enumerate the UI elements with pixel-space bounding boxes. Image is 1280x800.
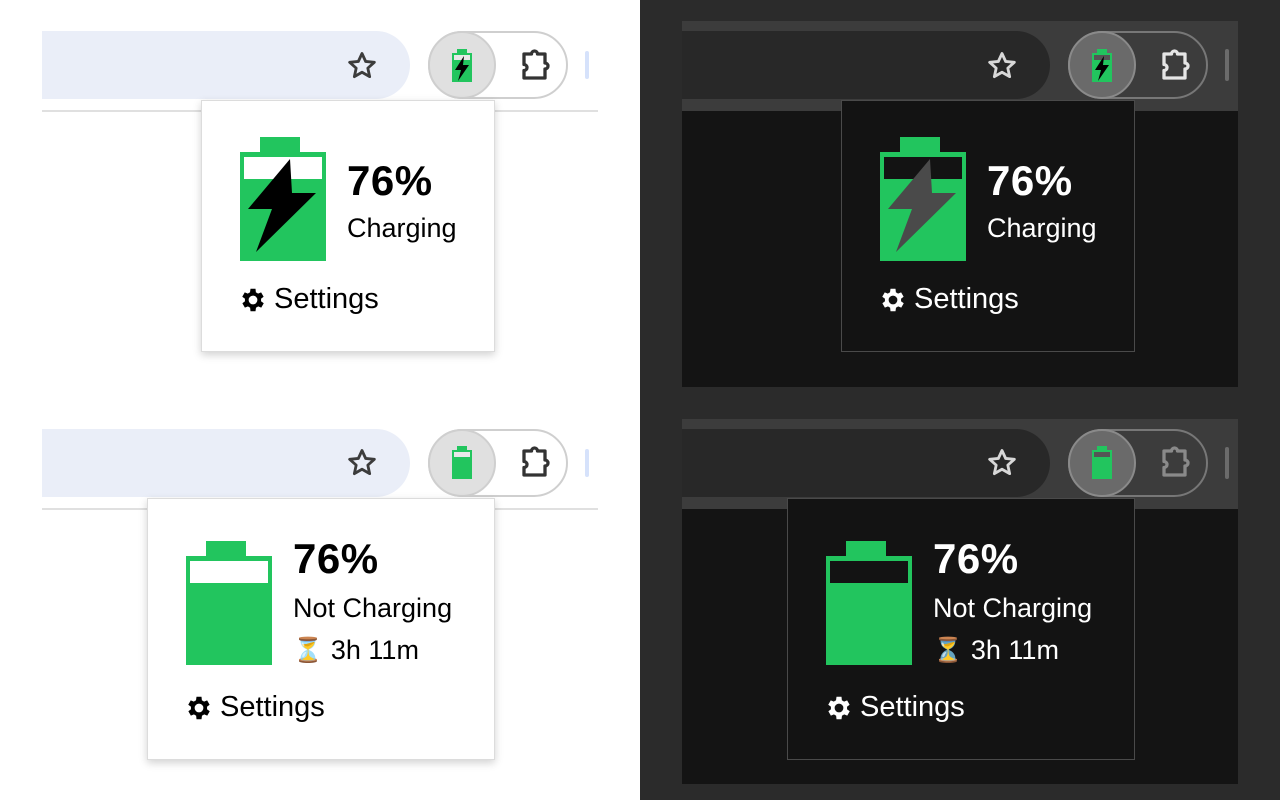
battery-charging-icon[interactable] — [450, 48, 474, 84]
battery-percent: 76% — [347, 157, 433, 204]
charging-status: Not Charging — [933, 593, 1093, 623]
battery-popup: 76% Not Charging ⏳ 3h 11m Settings — [787, 498, 1135, 760]
gear-icon — [242, 288, 264, 311]
battery-icon[interactable] — [450, 445, 474, 481]
battery-charging-icon[interactable] — [1090, 48, 1114, 84]
star-icon[interactable] — [345, 49, 379, 83]
gear-icon — [882, 288, 904, 311]
puzzle-piece-icon[interactable] — [518, 445, 554, 481]
battery-charging-icon — [880, 137, 966, 261]
battery-icon[interactable] — [1090, 445, 1114, 481]
charging-status: Charging — [987, 213, 1097, 243]
toolbar-separator — [1225, 447, 1229, 479]
settings-link[interactable]: Settings — [878, 283, 1019, 316]
battery-percent: 76% — [987, 157, 1073, 204]
time-remaining-value: 3h 11m — [970, 635, 1059, 665]
settings-label: Settings — [860, 691, 965, 723]
battery-charging-icon — [240, 137, 326, 261]
battery-icon — [826, 541, 912, 665]
puzzle-piece-icon[interactable] — [1158, 445, 1194, 481]
settings-label: Settings — [914, 283, 1019, 315]
star-icon[interactable] — [985, 446, 1019, 480]
toolbar-separator — [1225, 49, 1229, 81]
battery-percent: 76% — [933, 535, 1019, 582]
gear-icon — [828, 696, 850, 719]
hourglass-icon: ⏳ — [933, 637, 963, 664]
charging-status: Charging — [347, 213, 457, 243]
time-remaining: ⏳ 3h 11m — [293, 635, 419, 666]
settings-link[interactable]: Settings — [238, 283, 379, 316]
battery-percent: 76% — [293, 535, 379, 582]
star-icon[interactable] — [345, 446, 379, 480]
hourglass-icon: ⏳ — [293, 637, 323, 664]
time-remaining: ⏳ 3h 11m — [933, 635, 1059, 666]
battery-popup: 76% Charging Settings — [201, 100, 495, 352]
puzzle-piece-icon[interactable] — [518, 48, 554, 84]
settings-link[interactable]: Settings — [184, 691, 325, 724]
star-icon[interactable] — [985, 49, 1019, 83]
battery-popup: 76% Charging Settings — [841, 100, 1135, 352]
charging-status: Not Charging — [293, 593, 453, 623]
time-remaining-value: 3h 11m — [330, 635, 419, 665]
toolbar-separator — [585, 51, 589, 79]
settings-label: Settings — [274, 283, 379, 315]
toolbar-separator — [585, 449, 589, 477]
gear-icon — [188, 696, 210, 719]
settings-link[interactable]: Settings — [824, 691, 965, 724]
settings-label: Settings — [220, 691, 325, 723]
battery-icon — [186, 541, 272, 665]
battery-popup: 76% Not Charging ⏳ 3h 11m Settings — [147, 498, 495, 760]
puzzle-piece-icon[interactable] — [1158, 48, 1194, 84]
